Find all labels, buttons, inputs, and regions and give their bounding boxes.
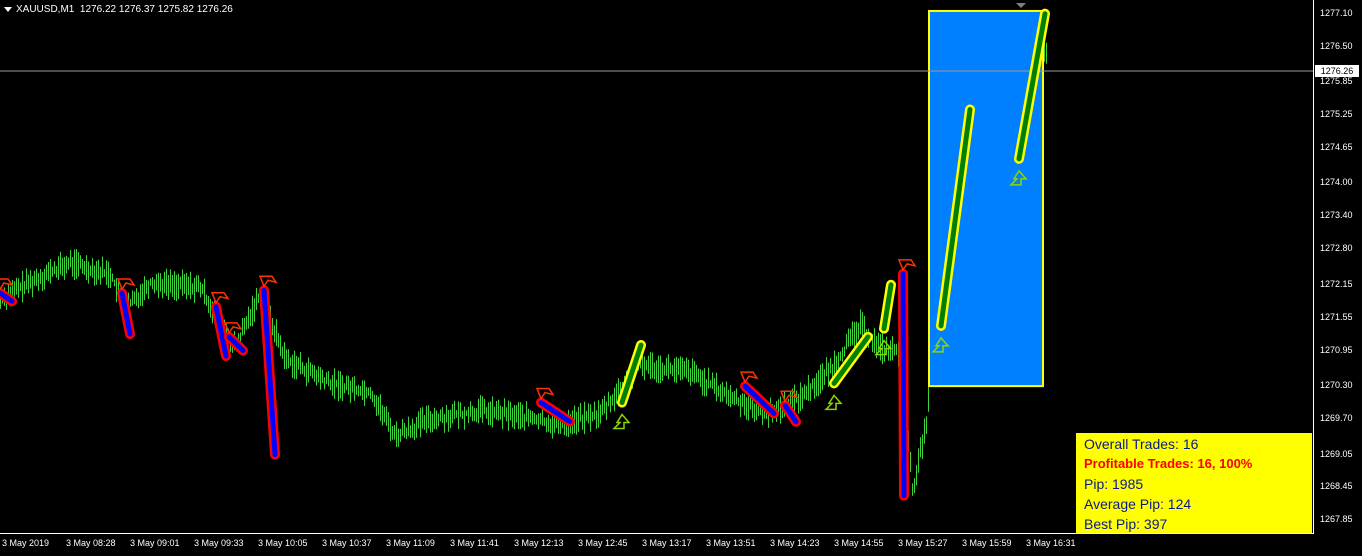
buy-trade-line (619, 342, 644, 406)
time-tick-label: 3 May 16:31 (1026, 538, 1076, 548)
time-tick-label: 3 May 10:05 (258, 538, 308, 548)
time-tick-label: 3 May 2019 (2, 538, 50, 548)
chart-shift-marker[interactable] (1016, 3, 1026, 8)
price-tick-label: 1267.85 (1320, 514, 1353, 525)
time-tick-label: 3 May 11:09 (386, 538, 435, 548)
time-tick-label: 3 May 12:13 (514, 538, 564, 548)
price-candles (0, 11, 1047, 496)
trade-arrows (0, 169, 1028, 430)
time-tick-label: 3 May 09:01 (130, 538, 180, 548)
price-tick-label: 1272.80 (1320, 243, 1353, 254)
sell-trade-line (900, 271, 907, 499)
best-pip: Best Pip: 397 (1084, 516, 1168, 532)
time-tick-label: 3 May 15:59 (962, 538, 1012, 548)
price-tick-label: 1272.15 (1320, 278, 1353, 289)
time-tick-label: 3 May 12:45 (578, 538, 628, 548)
price-tick-label: 1268.45 (1320, 481, 1353, 492)
price-tick-label: 1273.40 (1320, 210, 1353, 221)
sell-arrow-icon (116, 278, 136, 291)
price-tick-label: 1271.55 (1320, 311, 1353, 322)
price-tick-label: 1274.65 (1320, 141, 1353, 152)
price-tick-label: 1269.05 (1320, 448, 1353, 459)
time-tick-label: 3 May 08:28 (66, 538, 116, 548)
symbol-label: XAUUSD,M1 (16, 4, 75, 15)
time-tick-label: 3 May 13:51 (706, 538, 756, 548)
price-tick-label: 1277.10 (1320, 7, 1353, 18)
price-tick-label: 1269.70 (1320, 412, 1353, 423)
trade-highlight-box (928, 9, 1044, 388)
time-tick-label: 3 May 14:55 (834, 538, 884, 548)
time-tick-label: 3 May 15:27 (898, 538, 948, 548)
sell-arrow-icon (535, 387, 555, 401)
sell-arrow-icon (739, 371, 759, 384)
time-tick-label: 3 May 10:37 (322, 538, 372, 548)
overall-trades: Overall Trades: 16 (1084, 436, 1199, 452)
price-tick-label: 1274.00 (1320, 177, 1353, 188)
sell-trade-line (742, 383, 777, 417)
sell-arrow-icon (258, 275, 278, 288)
sell-trade-line (538, 400, 573, 425)
price-tick-label: 1276.50 (1320, 40, 1353, 51)
sell-arrow-icon (223, 322, 243, 335)
price-tick-label: 1275.25 (1320, 109, 1353, 119)
ohlc-values: 1276.22 1276.37 1275.82 1276.26 (79, 4, 233, 15)
buy-arrow-icon (824, 394, 843, 411)
price-tick-label: 1275.85 (1320, 76, 1353, 87)
average-pip: Average Pip: 124 (1084, 496, 1192, 512)
time-tick-label: 3 May 14:23 (770, 538, 820, 548)
buy-arrow-icon (612, 413, 631, 430)
profitable-trades: Profitable Trades: 16, 100% (1084, 456, 1253, 471)
pip-total: Pip: 1985 (1084, 476, 1144, 492)
price-tick-label: 1270.30 (1320, 380, 1353, 391)
sell-arrow-icon (897, 259, 917, 272)
time-tick-label: 3 May 13:17 (642, 538, 692, 548)
dropdown-triangle-icon[interactable] (4, 6, 12, 12)
chart-header: XAUUSD,M1 1276.22 1276.37 1275.82 1276.2… (4, 4, 233, 15)
current-price-tag: 1276.26 (1315, 65, 1359, 77)
price-tick-label: 1270.95 (1320, 344, 1353, 355)
trade-stats-panel: Overall Trades: 16 Profitable Trades: 16… (1076, 433, 1312, 533)
time-tick-label: 3 May 11:41 (450, 538, 499, 548)
time-tick-label: 3 May 09:33 (194, 538, 244, 548)
